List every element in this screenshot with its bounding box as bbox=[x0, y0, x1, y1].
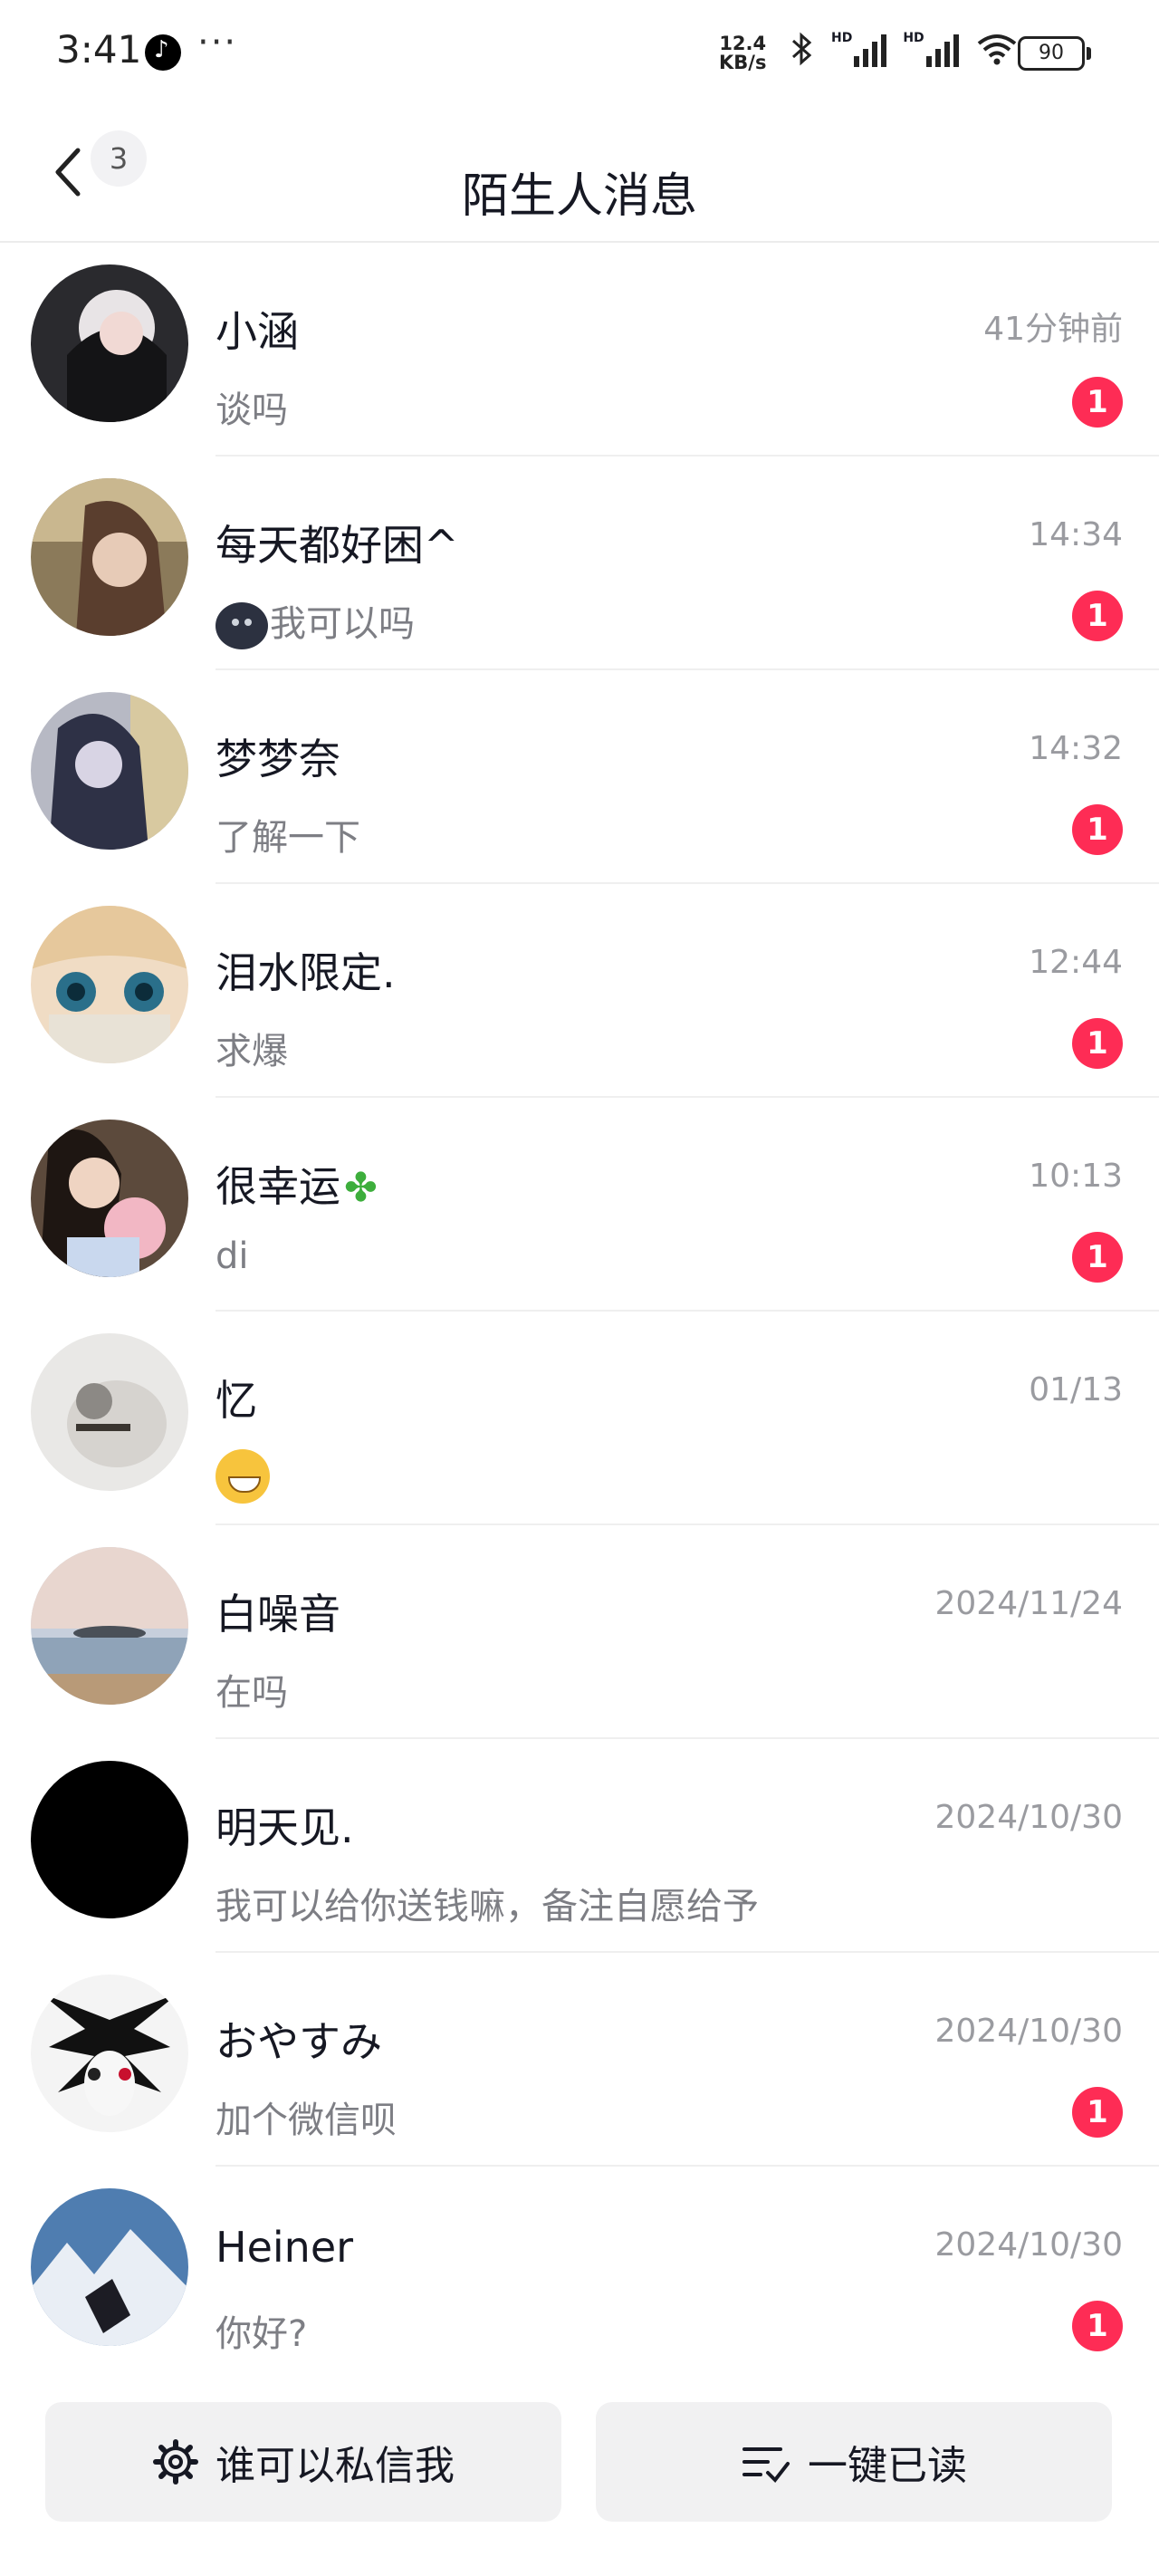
who-can-message-me-label: 谁可以私信我 bbox=[216, 2443, 455, 2489]
network-speed-unit: KB/s bbox=[719, 52, 767, 73]
wifi-icon bbox=[977, 34, 1016, 65]
hd-label: HD bbox=[903, 31, 924, 45]
unread-badge: 1 bbox=[1072, 2087, 1123, 2138]
message-preview: 了解一下 bbox=[216, 817, 360, 859]
contact-name: 泪水限定. bbox=[216, 948, 396, 997]
avatar[interactable] bbox=[31, 1975, 188, 2132]
mark-all-read-button[interactable]: 一键已读 bbox=[596, 2402, 1112, 2522]
message-preview: 求爆 bbox=[216, 1031, 288, 1072]
message-preview bbox=[216, 1449, 270, 1504]
conversation-row[interactable]: 明天见. 2024/10/30 我可以给你送钱嘛，备注自愿给予 bbox=[0, 1739, 1159, 1953]
conversation-row[interactable]: 泪水限定. 12:44 求爆 1 bbox=[0, 884, 1159, 1098]
signal-icon: HD bbox=[903, 31, 959, 67]
gear-icon bbox=[153, 2439, 198, 2485]
hd-label: HD bbox=[831, 31, 853, 45]
message-preview: 加个微信呗 bbox=[216, 2100, 397, 2141]
contact-name-text: 很幸运 bbox=[216, 1162, 340, 1211]
message-preview-text: 我可以吗 bbox=[270, 603, 415, 645]
contact-name: 白噪音 bbox=[216, 1590, 340, 1639]
contact-name: おやすみ bbox=[216, 2017, 382, 2066]
unread-badge: 1 bbox=[1072, 1232, 1123, 1283]
message-preview: 我可以吗 bbox=[216, 594, 415, 649]
conversation-list: 小涵 41分钟前 谈吗 1 每天都好困^ 14:34 我可以吗 1 梦梦奈 14… bbox=[0, 243, 1159, 2380]
contact-name: 明天见. bbox=[216, 1803, 354, 1852]
status-icons: HD HD bbox=[790, 31, 1019, 67]
conversation-row[interactable]: 很幸运✤ 10:13 di 1 bbox=[0, 1098, 1159, 1312]
grinning-sweat-emoji-icon bbox=[216, 1449, 270, 1504]
mark-read-icon bbox=[742, 2447, 790, 2484]
message-preview: 我可以给你送钱嘛，备注自愿给予 bbox=[216, 1886, 759, 1927]
unread-badge: 1 bbox=[1072, 377, 1123, 428]
conversation-row[interactable]: 每天都好困^ 14:34 我可以吗 1 bbox=[0, 457, 1159, 670]
conversation-row[interactable]: 梦梦奈 14:32 了解一下 1 bbox=[0, 670, 1159, 884]
message-preview: 你好? bbox=[216, 2313, 308, 2355]
page-title: 陌生人消息 bbox=[461, 169, 697, 224]
message-time: 12:44 bbox=[1029, 944, 1123, 981]
message-time: 10:13 bbox=[1029, 1158, 1123, 1195]
message-preview: 谈吗 bbox=[216, 389, 288, 431]
network-speed: 12.4 KB/s bbox=[719, 34, 766, 72]
avatar[interactable] bbox=[31, 692, 188, 850]
status-bar: 3:41 ··· 12.4 KB/s HD HD 90 bbox=[0, 0, 1159, 107]
conversation-row[interactable]: おやすみ 2024/10/30 加个微信呗 1 bbox=[0, 1953, 1159, 2167]
mark-all-read-label: 一键已读 bbox=[808, 2443, 967, 2489]
message-preview: 在吗 bbox=[216, 1672, 288, 1714]
avatar[interactable] bbox=[31, 2188, 188, 2346]
unread-badge: 1 bbox=[1072, 2301, 1123, 2351]
unread-badge: 1 bbox=[1072, 591, 1123, 641]
message-time: 14:34 bbox=[1029, 516, 1123, 553]
contact-name: 梦梦奈 bbox=[216, 735, 340, 783]
avatar[interactable] bbox=[31, 264, 188, 422]
message-time: 14:32 bbox=[1029, 730, 1123, 767]
tiktok-icon bbox=[145, 34, 181, 71]
network-speed-value: 12.4 bbox=[719, 33, 767, 54]
clover-icon: ✤ bbox=[344, 1165, 378, 1211]
conversation-row[interactable]: 小涵 41分钟前 谈吗 1 bbox=[0, 243, 1159, 457]
contact-name: 小涵 bbox=[216, 307, 299, 356]
message-time: 2024/10/30 bbox=[934, 1799, 1124, 1836]
avatar[interactable] bbox=[31, 1761, 188, 1918]
contact-name: 每天都好困^ bbox=[216, 521, 459, 570]
message-time: 2024/11/24 bbox=[934, 1585, 1124, 1622]
message-time: 2024/10/30 bbox=[934, 2226, 1124, 2264]
avatar[interactable] bbox=[31, 1333, 188, 1491]
unread-badge: 1 bbox=[1072, 804, 1123, 855]
signal-icon: HD bbox=[831, 31, 887, 67]
unread-badge: 1 bbox=[1072, 1018, 1123, 1069]
avatar[interactable] bbox=[31, 1120, 188, 1277]
contact-name: 很幸运✤ bbox=[216, 1154, 378, 1214]
avatar[interactable] bbox=[31, 1547, 188, 1705]
bluetooth-icon bbox=[792, 32, 812, 66]
avatar[interactable] bbox=[31, 906, 188, 1063]
conversation-row[interactable]: 白噪音 2024/11/24 在吗 bbox=[0, 1525, 1159, 1739]
avatar[interactable] bbox=[31, 478, 188, 636]
contact-name: Heiner bbox=[216, 2223, 354, 2272]
message-time: 41分钟前 bbox=[983, 311, 1123, 348]
message-time: 2024/10/30 bbox=[934, 2013, 1124, 2050]
status-time: 3:41 bbox=[56, 27, 142, 72]
battery-icon: 90 bbox=[1018, 36, 1091, 71]
message-preview: di bbox=[216, 1235, 249, 1277]
message-time: 01/13 bbox=[1029, 1371, 1123, 1408]
contact-name: 忆 bbox=[216, 1376, 257, 1425]
who-can-message-me-button[interactable]: 谁可以私信我 bbox=[45, 2402, 561, 2522]
more-notifications-icon: ··· bbox=[197, 22, 238, 63]
conversation-row[interactable]: Heiner 2024/10/30 你好? 1 bbox=[0, 2167, 1159, 2380]
conversation-row[interactable]: 忆 01/13 bbox=[0, 1312, 1159, 1525]
dark-face-emoji-icon bbox=[216, 602, 268, 649]
